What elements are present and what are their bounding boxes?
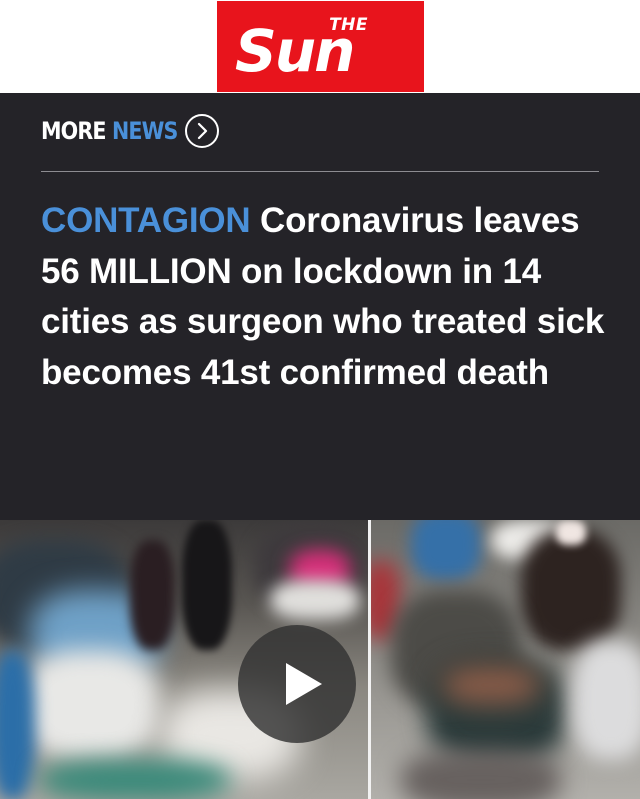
logo-sun-text: Sun (235, 17, 355, 85)
divider (41, 171, 599, 172)
more-news-label-more: MORE (41, 117, 107, 145)
video-thumbnail[interactable] (0, 520, 640, 799)
thumbnail-image-right (371, 520, 640, 799)
more-news-link[interactable]: MORE NEWS (41, 113, 219, 149)
headline-kicker: CONTAGION (41, 201, 251, 240)
play-button[interactable] (238, 625, 356, 743)
chevron-right-circle-icon[interactable] (185, 114, 219, 148)
masthead: THE Sun (0, 0, 640, 93)
more-news-label-news: NEWS (112, 117, 178, 145)
article-headline[interactable]: CONTAGION Coronavirus leaves 56 MILLION … (41, 196, 611, 398)
play-icon (286, 663, 322, 705)
the-sun-logo[interactable]: THE Sun (217, 1, 424, 92)
page: THE Sun MORE NEWS CONTAGION Coronavirus … (0, 0, 640, 799)
